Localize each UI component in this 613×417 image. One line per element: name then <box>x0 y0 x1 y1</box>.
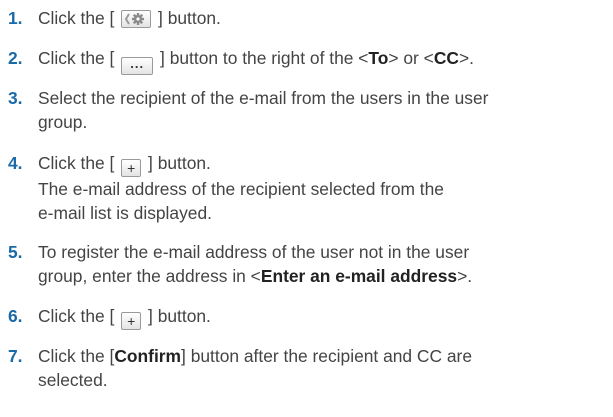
step-text: Select the recipient of the e-mail from … <box>38 88 489 108</box>
step-text: ] button to the right of the < <box>160 48 369 68</box>
step-text: Click the [ <box>38 48 115 68</box>
step-5: 5. To register the e-mail address of the… <box>8 240 608 288</box>
plus-icon: + <box>121 159 142 177</box>
step-1: 1. Click the [ ] button. <box>8 6 608 30</box>
step-text: >. <box>458 48 474 68</box>
step-text: e-mail list is displayed. <box>38 203 212 223</box>
step-text: Click the [ <box>38 346 115 366</box>
step-text: >. <box>457 266 473 286</box>
gear-icon <box>125 13 145 25</box>
step-text: Click the [ <box>38 8 115 28</box>
step-text: group, enter the address in < <box>38 266 261 286</box>
instruction-steps: 1. Click the [ ] button. 2. Click the [… <box>0 0 613 417</box>
step-text: group. <box>38 112 88 132</box>
step-text: ] button. <box>148 306 211 326</box>
step-3: 3. Select the recipient of the e-mail fr… <box>8 86 608 134</box>
cc-field-label: CC <box>433 48 459 68</box>
step-text: selected. <box>38 370 108 390</box>
step-text: > or < <box>388 48 434 68</box>
step-number: 5. <box>8 242 23 262</box>
settings-button-image <box>121 10 152 28</box>
step-text: Click the [ <box>38 306 115 326</box>
more-icon: ... <box>121 57 154 75</box>
step-4: 4. Click the [ + ] button. The e-mail ad… <box>8 151 608 225</box>
step-number: 4. <box>8 153 23 173</box>
step-text: Click the [ <box>38 153 115 173</box>
step-text: ] button after the recipient and CC are <box>181 346 473 366</box>
plus-icon: + <box>121 312 142 330</box>
step-2: 2. Click the [ ... ] button to the right… <box>8 46 608 75</box>
step-text: ] button. <box>148 153 211 173</box>
step-text: To register the e-mail address of the us… <box>38 242 470 262</box>
step-number: 7. <box>8 346 23 366</box>
confirm-button-label: Confirm <box>114 346 182 366</box>
step-6: 6. Click the [ + ] button. <box>8 304 608 330</box>
step-text: ] button. <box>158 8 221 28</box>
step-number: 6. <box>8 306 23 326</box>
step-number: 1. <box>8 8 23 28</box>
step-number: 3. <box>8 88 23 108</box>
email-field-label: Enter an e-mail address <box>260 266 458 286</box>
step-text: The e-mail address of the recipient sele… <box>38 179 444 199</box>
step-7: 7. Click the [Confirm] button after the … <box>8 344 608 392</box>
to-field-label: To <box>368 48 389 68</box>
step-number: 2. <box>8 48 23 68</box>
